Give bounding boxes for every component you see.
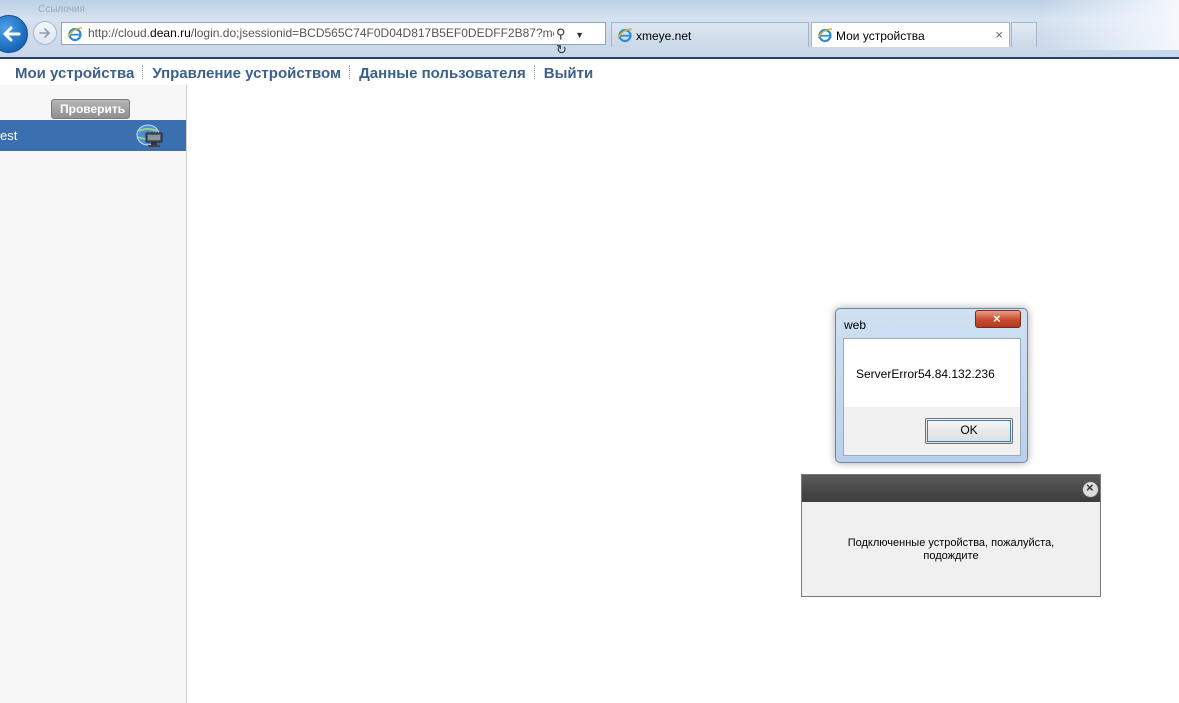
- loading-message: Подключенные устройства, пожалуйста, под…: [847, 537, 1055, 562]
- dialog-body: ServerError54.84.132.236 OK: [843, 338, 1021, 456]
- tab-my-devices[interactable]: Мои устройства ×: [811, 22, 1010, 47]
- close-tab-icon[interactable]: ×: [995, 27, 1003, 42]
- browser-chrome: Ссылочия http://cloud.dean.ru/login.do;j…: [0, 0, 1179, 58]
- check-button[interactable]: Проверить с: [51, 99, 130, 119]
- dialog-close-button[interactable]: ×: [975, 310, 1021, 328]
- ie-icon: [67, 27, 83, 42]
- device-list-panel: Проверить с est: [0, 85, 187, 703]
- chrome-highlight: [1040, 0, 1179, 50]
- refresh-icon[interactable]: ↻: [556, 42, 567, 58]
- address-url[interactable]: http://cloud.dean.ru/login.do;jsessionid…: [88, 26, 554, 40]
- nav-separator: [533, 65, 536, 79]
- device-list-item[interactable]: est: [0, 120, 186, 151]
- arrow-left-icon: [3, 26, 21, 42]
- dialog-message: ServerError54.84.132.236: [856, 367, 995, 381]
- window-titlebar: Ссылочия: [0, 0, 1179, 18]
- nav-separator: [349, 65, 351, 79]
- dropdown-arrow-icon[interactable]: ▼: [575, 30, 584, 40]
- nav-my-devices[interactable]: Мои устройства: [15, 65, 134, 82]
- loading-close-button[interactable]: ×: [1082, 480, 1099, 498]
- nav-separator: [142, 65, 144, 79]
- address-bar[interactable]: http://cloud.dean.ru/login.do;jsessionid…: [61, 22, 606, 57]
- network-device-icon: [136, 124, 163, 147]
- tab-xmeye[interactable]: xmeye.net: [611, 22, 809, 47]
- device-name: est: [0, 128, 18, 143]
- back-button[interactable]: [0, 15, 28, 53]
- forward-button[interactable]: [33, 21, 57, 45]
- tab-label: Мои устройства: [836, 29, 925, 43]
- nav-logout[interactable]: Выйти: [544, 65, 593, 82]
- nav-user-data[interactable]: Данные пользователя: [359, 65, 526, 82]
- loading-popup-header: ×: [802, 475, 1100, 502]
- alert-dialog: web × ServerError54.84.132.236 OK: [835, 308, 1028, 463]
- tab-label: xmeye.net: [636, 29, 692, 43]
- url-domain: dean.ru: [150, 26, 191, 40]
- dialog-message-area: ServerError54.84.132.236: [844, 339, 1020, 407]
- url-path: /login.do;jsessionid=BCD565C74F0D04D817B…: [190, 26, 554, 40]
- ie-icon: [817, 28, 833, 43]
- site-navigation: Мои устройства Управление устройством Данн…: [15, 65, 593, 82]
- window-title: Ссылочия: [38, 4, 85, 15]
- new-tab-button[interactable]: [1011, 22, 1037, 47]
- close-icon: ×: [993, 311, 1001, 326]
- url-prefix: http://cloud.: [88, 26, 151, 40]
- search-icon[interactable]: ⚲: [556, 26, 566, 42]
- loading-popup: × Подключенные устройства, пожалуйста, п…: [801, 474, 1101, 597]
- ok-button[interactable]: OK: [925, 418, 1013, 444]
- ie-icon: [617, 28, 633, 43]
- close-icon: ×: [1086, 480, 1094, 495]
- nav-device-management[interactable]: Управление устройством: [152, 65, 341, 82]
- chrome-divider: [0, 57, 1179, 59]
- dialog-title: web: [844, 318, 867, 332]
- arrow-right-icon: [39, 28, 50, 38]
